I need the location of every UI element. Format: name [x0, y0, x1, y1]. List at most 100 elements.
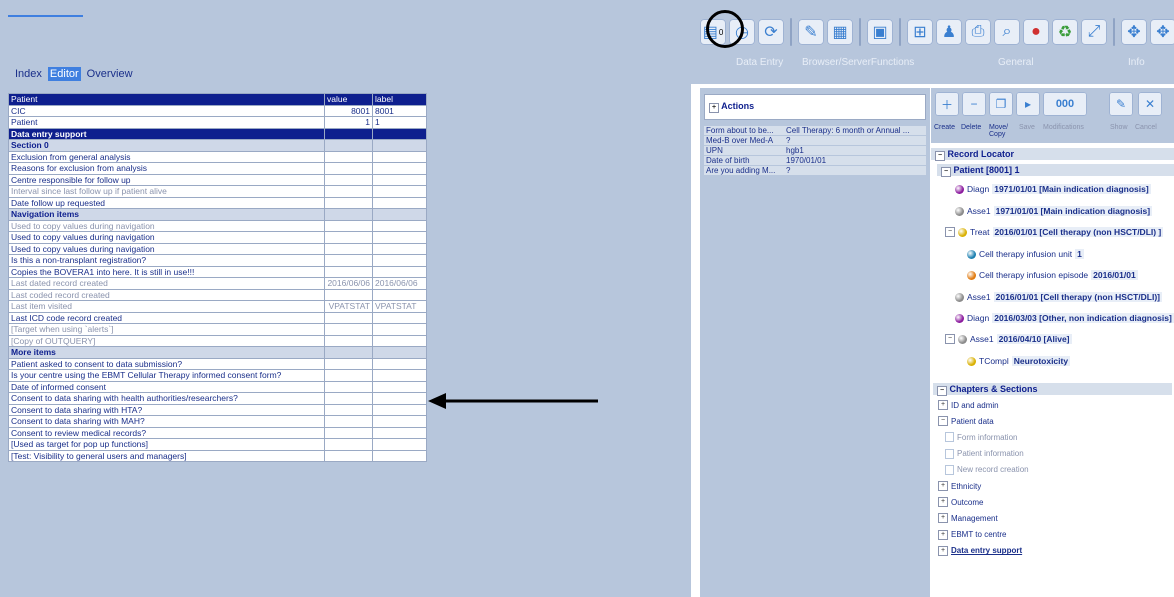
grid-row[interactable]: Consent to data sharing with health auth… — [8, 392, 427, 405]
collapse-toggle[interactable]: − — [945, 227, 955, 237]
document-icon[interactable]: ▦ — [827, 19, 853, 45]
info-value[interactable]: hgb1 — [784, 145, 926, 156]
grid-cell-value[interactable] — [324, 426, 373, 439]
grid-section-row[interactable]: Data entry support — [8, 127, 427, 140]
collapse-toggle[interactable]: − — [935, 151, 945, 161]
expand-toggle[interactable]: + — [938, 400, 948, 410]
grid-row[interactable]: [Copy of OUTQUERY] — [8, 334, 427, 347]
record-node[interactable]: Diagn 1971/01/01 [Main indication diagnos… — [955, 184, 1151, 194]
grid-row[interactable]: Used to copy values during navigation — [8, 219, 427, 232]
grid-cell-value[interactable] — [324, 185, 373, 198]
grid-cell-value[interactable] — [324, 311, 373, 324]
collapse-toggle[interactable]: − — [945, 334, 955, 344]
grid-cell-value[interactable] — [324, 403, 373, 416]
grid-cell-value[interactable] — [324, 323, 373, 336]
grid-cell-value[interactable] — [324, 415, 373, 428]
chart-icon[interactable]: ⊞ — [907, 19, 933, 45]
record-node[interactable]: − Treat 2016/01/01 [Cell therapy (non HSCT… — [945, 227, 1164, 237]
grid-row[interactable]: Used to copy values during navigation — [8, 242, 427, 255]
grid-cell-label-value[interactable] — [372, 311, 427, 324]
grid-cell-value[interactable] — [324, 231, 373, 244]
grid-section-row[interactable]: Navigation items — [8, 208, 427, 221]
grid-row[interactable]: Last coded record created — [8, 288, 427, 301]
record-locator-header[interactable]: − Record Locator — [931, 148, 1174, 161]
grid-cell-label-value[interactable]: 8001 — [372, 104, 427, 117]
save-record-icon[interactable]: ▸ — [1016, 92, 1040, 116]
expand-toggle[interactable]: + — [938, 481, 948, 491]
grid-row[interactable]: Last ICD code record created — [8, 311, 427, 324]
grid-cell-value[interactable] — [324, 127, 373, 140]
delete-record-icon[interactable]: − — [962, 92, 986, 116]
grid-row[interactable]: Last item visited VPATSTAT VPATSTAT — [8, 300, 427, 313]
people-icon[interactable]: ♟ — [936, 19, 962, 45]
print-icon[interactable]: ⎙ — [965, 19, 991, 45]
grid-cell-value[interactable] — [324, 265, 373, 278]
grid-row[interactable]: Patient 1 1 — [8, 116, 427, 129]
exit-icon[interactable]: ● — [1023, 19, 1049, 45]
server-icon[interactable]: ▣ — [867, 19, 893, 45]
create-record-icon[interactable]: ＋ — [935, 92, 959, 116]
chapter-item[interactable]: + Data entry support — [938, 545, 1022, 556]
chapter-item[interactable]: + ID and admin — [938, 400, 999, 410]
grid-row[interactable]: Last dated record created 2016/06/06 2016/… — [8, 277, 427, 290]
recycle-icon[interactable]: ♻ — [1052, 19, 1078, 45]
collapse-toggle[interactable]: − — [938, 416, 948, 427]
grid-cell-label-value[interactable] — [372, 219, 427, 232]
grid-cell-label-value[interactable] — [372, 127, 427, 140]
chapter-item[interactable]: + EBMT to centre — [938, 529, 1006, 540]
grid-cell-value[interactable]: VPATSTAT — [324, 300, 373, 313]
info-value[interactable]: ? — [784, 135, 926, 146]
tab-editor[interactable]: Editor — [47, 67, 81, 81]
grid-cell-value[interactable]: 2016/06/06 — [324, 277, 373, 290]
copy-record-icon[interactable]: ❐ — [989, 92, 1013, 116]
grid-cell-value[interactable] — [324, 196, 373, 209]
grid-row[interactable]: [Used as target for pop up functions] — [8, 438, 427, 451]
grid-cell-value[interactable]: 1 — [324, 116, 373, 129]
record-node[interactable]: Cell therapy infusion episode 2016/01/01 — [967, 270, 1138, 280]
grid-row[interactable]: Interval since last follow up if patient… — [8, 185, 427, 198]
record-node[interactable]: − Asse1 2016/04/10 [Alive] — [945, 334, 1072, 344]
grid-cell-value[interactable] — [324, 254, 373, 267]
grid-section-row[interactable]: More items — [8, 346, 427, 359]
chapter-item[interactable]: New record creation — [945, 464, 1029, 475]
grid-cell-label-value[interactable]: VPATSTAT — [372, 300, 427, 313]
grid-section-row[interactable]: Section 0 — [8, 139, 427, 152]
grid-row[interactable]: Consent to review medical records? — [8, 426, 427, 439]
show-icon[interactable]: ✎ — [1109, 92, 1133, 116]
cancel-icon[interactable]: ✕ — [1138, 92, 1162, 116]
grid-row[interactable]: [Target when using `alerts`] — [8, 323, 427, 336]
grid-cell-value[interactable] — [324, 449, 373, 462]
grid-row[interactable]: Is your centre using the EBMT Cellular T… — [8, 369, 427, 382]
chapter-item[interactable]: − Patient data — [938, 416, 994, 427]
actions-toggle[interactable]: + — [709, 103, 719, 113]
grid-cell-label-value[interactable] — [372, 415, 427, 428]
record-node[interactable]: Asse1 2016/01/01 [Cell therapy (non HSCT/… — [955, 292, 1162, 302]
grid-cell-label-value[interactable] — [372, 162, 427, 175]
grid-cell-label-value[interactable] — [372, 426, 427, 439]
grid-cell-label-value[interactable] — [372, 265, 427, 278]
expand-icon[interactable]: ⤢ — [1081, 19, 1107, 45]
grid-row[interactable]: Consent to data sharing with MAH? — [8, 415, 427, 428]
grid-cell-label-value[interactable] — [372, 403, 427, 416]
grid-cell-label-value[interactable] — [372, 323, 427, 336]
grid-row[interactable]: Date follow up requested — [8, 196, 427, 209]
search-icon[interactable]: ⌕ — [994, 19, 1020, 45]
info-value[interactable]: ? — [784, 165, 926, 176]
actions-box[interactable]: + Actions — [704, 94, 926, 120]
tab-index[interactable]: Index — [13, 67, 44, 81]
grid-cell-value[interactable]: 8001 — [324, 104, 373, 117]
grid-cell-value[interactable] — [324, 380, 373, 393]
chapter-item[interactable]: Patient information — [945, 448, 1024, 459]
record-node[interactable]: Asse1 1971/01/01 [Main indication diagnos… — [955, 206, 1153, 216]
grid-row[interactable]: Centre responsible for follow up — [8, 173, 427, 186]
grid-cell-value[interactable] — [324, 139, 373, 152]
info-value[interactable]: 1970/01/01 — [784, 155, 926, 166]
grid-cell-value[interactable] — [324, 150, 373, 163]
grid-cell-value[interactable] — [324, 369, 373, 382]
grid-row[interactable]: CIC 8001 8001 — [8, 104, 427, 117]
info-value[interactable]: Cell Therapy: 6 month or Annual ... — [784, 126, 926, 136]
chapter-item[interactable]: + Outcome — [938, 497, 983, 508]
grid-cell-label-value[interactable] — [372, 196, 427, 209]
grid-cell-label-value[interactable] — [372, 392, 427, 405]
move-icon-2[interactable]: ✥ — [1150, 19, 1174, 45]
